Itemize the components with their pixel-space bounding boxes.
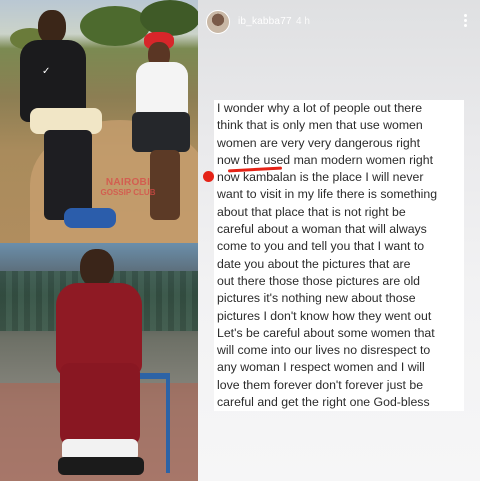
story-caption-line: I wonder why a lot of people out there <box>214 100 464 118</box>
avatar[interactable] <box>206 10 230 34</box>
story-caption-line: date you about the pictures that are <box>214 255 464 273</box>
story-caption-line: now kambalan is the place I will never <box>214 169 464 187</box>
story-caption-line: want to visit in my life there is someth… <box>214 186 464 204</box>
story-timestamp: 4 h <box>296 16 310 27</box>
story-caption-line: about that place that is not right be <box>214 203 464 222</box>
story-caption-line: pictures it's nothing new about those <box>214 290 464 308</box>
story-header: ib_kabba77 4 h <box>206 10 472 36</box>
story-caption: I wonder why a lot of people out there th… <box>214 100 464 412</box>
story-caption-line: will come into our lives no disrespect t… <box>214 342 464 360</box>
photo-couple: ✓ NAIROBI GOSSIP CLUB <box>0 0 198 243</box>
photo-player-seated <box>0 243 198 481</box>
annotation-dot <box>203 171 214 182</box>
story-caption-line: come to you and tell you that I want to <box>214 238 464 256</box>
story-caption-line: pictures I don't know how they went out <box>214 307 464 325</box>
story-username[interactable]: ib_kabba77 <box>238 16 292 27</box>
story-caption-line: Let's be careful about some women that <box>214 324 464 343</box>
watermark-logo: NAIROBI GOSSIP CLUB <box>100 177 156 198</box>
story-caption-line: any woman I respect women and I will <box>214 359 464 377</box>
story-caption-line: women are very very dangerous right <box>214 134 464 152</box>
story-caption-line: love them forever don't forever just be <box>214 376 464 395</box>
story-caption-line: careful and get the right one God-bless <box>214 394 464 412</box>
story-caption-line: out there those those pictures are old <box>214 272 464 291</box>
story-caption-line: now the used man modern women right <box>214 151 464 170</box>
more-vertical-icon[interactable] <box>462 12 468 30</box>
story-caption-line: think that is only men that use women <box>214 117 464 135</box>
story-caption-line: careful about a woman that will always <box>214 221 464 239</box>
